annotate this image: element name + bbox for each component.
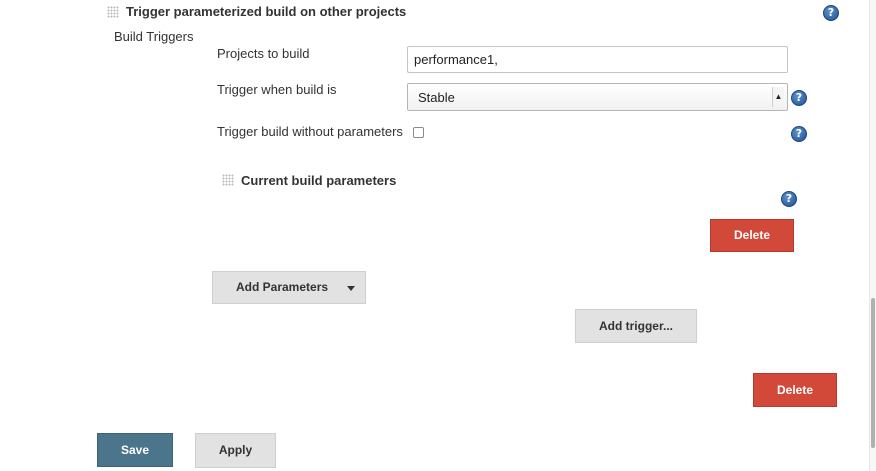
apply-button[interactable]: Apply — [195, 433, 276, 468]
drag-handle-icon[interactable] — [222, 174, 234, 186]
help-icon[interactable]: ? — [781, 191, 797, 207]
projects-to-build-label: Projects to build — [217, 46, 310, 61]
projects-to-build-input[interactable] — [407, 46, 788, 73]
help-icon[interactable]: ? — [791, 90, 807, 106]
add-parameters-label: Add Parameters — [236, 280, 329, 294]
scrollbar-thumb[interactable] — [871, 298, 875, 448]
section-title: Trigger parameterized build on other pro… — [126, 4, 407, 19]
trigger-without-params-checkbox[interactable] — [413, 127, 424, 138]
trigger-without-params-label: Trigger build without parameters — [217, 124, 403, 139]
caret-down-icon — [347, 286, 355, 291]
drag-handle-icon[interactable] — [107, 6, 119, 18]
delete-parameter-button[interactable]: Delete — [710, 219, 794, 252]
trigger-when-selected-value: Stable — [418, 90, 455, 105]
current-build-parameters-title: Current build parameters — [241, 173, 397, 188]
page: Trigger parameterized build on other pro… — [0, 0, 876, 471]
save-button[interactable]: Save — [97, 433, 173, 467]
add-trigger-button[interactable]: Add trigger... — [575, 309, 697, 343]
trigger-when-label: Trigger when build is — [217, 82, 337, 97]
dropdown-arrow-icon: ▲ — [772, 87, 784, 107]
delete-trigger-button[interactable]: Delete — [753, 373, 837, 407]
add-parameters-button[interactable]: Add Parameters — [212, 271, 366, 304]
help-icon[interactable]: ? — [791, 126, 807, 142]
build-triggers-label: Build Triggers — [114, 29, 194, 44]
trigger-when-select[interactable]: Stable ▲ — [407, 83, 788, 111]
help-icon[interactable]: ? — [823, 5, 839, 21]
